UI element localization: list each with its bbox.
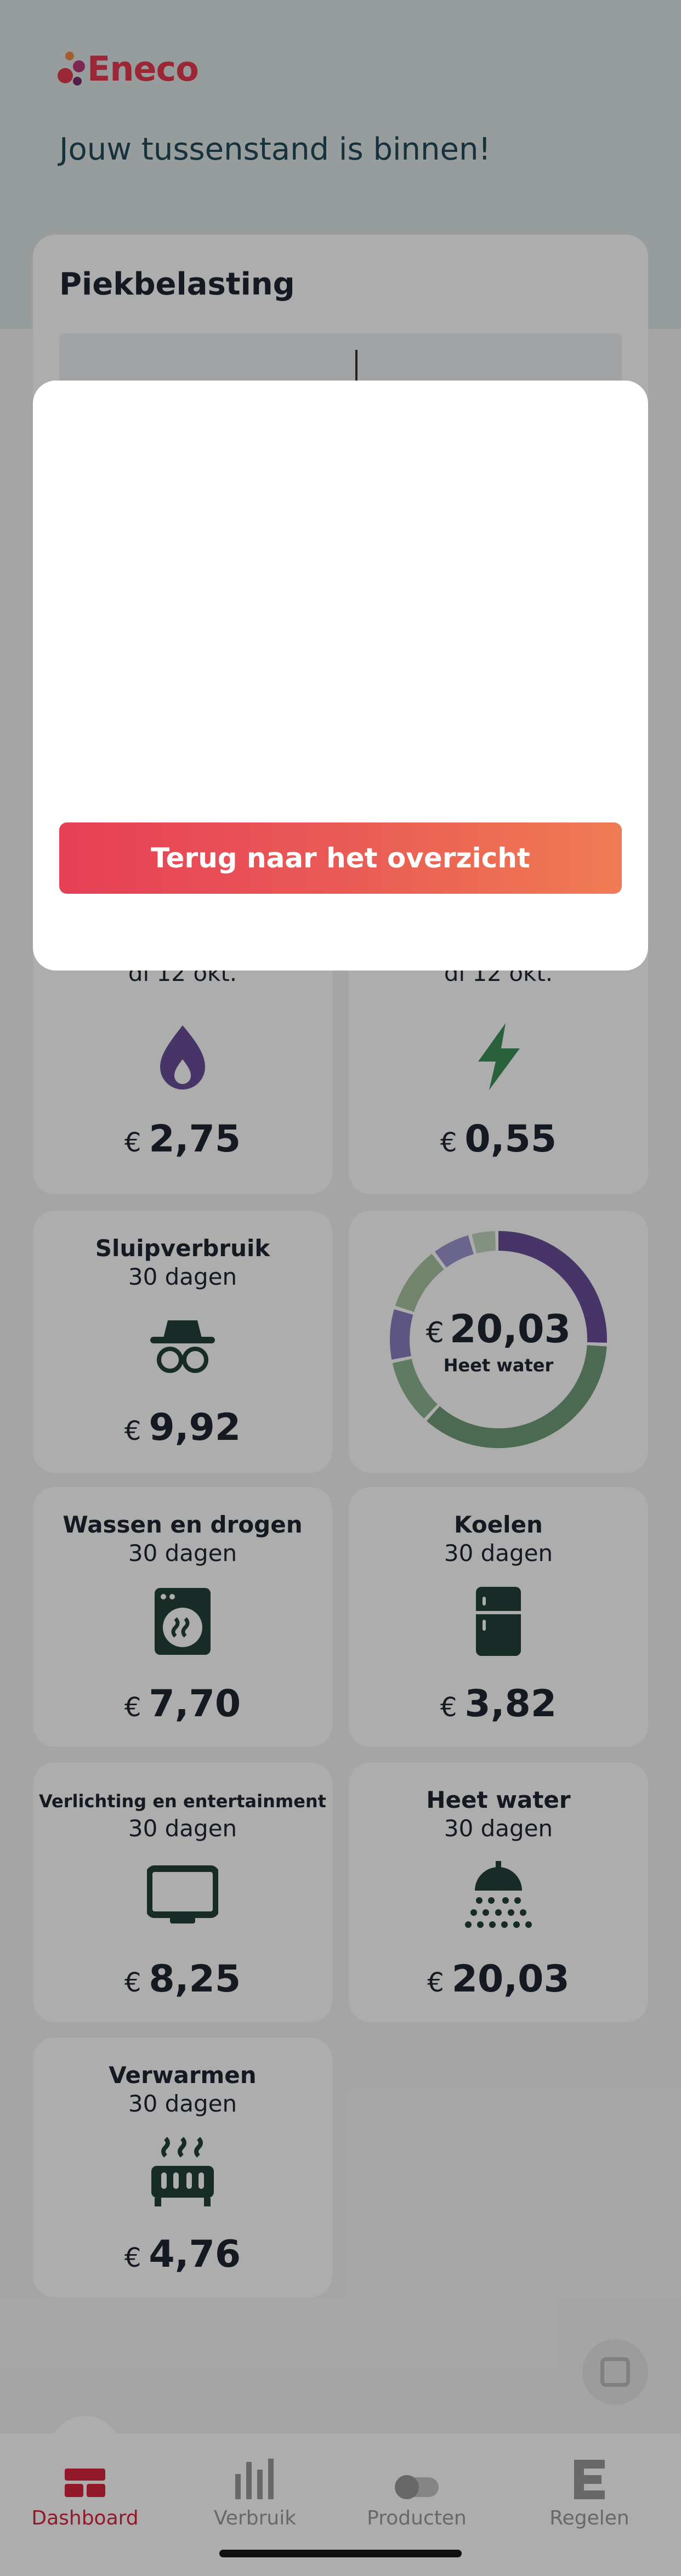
modal-dialog: Terug naar het overzicht bbox=[33, 381, 648, 971]
home-indicator[interactable] bbox=[219, 2550, 462, 2557]
back-to-overview-button[interactable]: Terug naar het overzicht bbox=[59, 822, 622, 894]
